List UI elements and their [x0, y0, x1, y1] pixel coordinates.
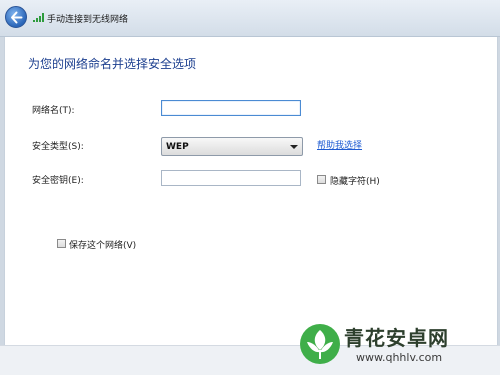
qinghua-logo-icon	[300, 324, 340, 364]
page-heading: 为您的网络命名并选择安全选项	[28, 57, 197, 71]
save-network-label: 保存这个网络(V)	[69, 241, 137, 251]
security-type-label: 安全类型(S):	[32, 142, 84, 152]
security-type-select[interactable]: WEP	[161, 137, 303, 156]
network-name-input[interactable]	[161, 100, 301, 116]
hide-characters-checkbox[interactable]	[317, 175, 326, 184]
back-arrow-icon	[11, 11, 23, 24]
wireless-signal-icon	[33, 13, 44, 22]
watermark-name: 青花安卓网	[344, 326, 449, 350]
title-bar: 手动连接到无线网络	[0, 0, 500, 37]
dialog-content	[4, 37, 498, 345]
chevron-down-icon	[290, 145, 298, 149]
security-type-value: WEP	[166, 142, 189, 152]
window-title: 手动连接到无线网络	[47, 15, 129, 25]
watermark: 青花安卓网 www.qhhlv.com	[298, 318, 498, 374]
security-key-label: 安全密钥(E):	[32, 176, 84, 186]
back-button[interactable]	[5, 6, 27, 28]
help-me-choose-link[interactable]: 帮助我选择	[317, 138, 362, 151]
hide-characters-label: 隐藏字符(H)	[330, 177, 380, 187]
save-network-checkbox[interactable]	[57, 239, 66, 248]
watermark-url: www.qhhlv.com	[356, 351, 443, 364]
security-key-input[interactable]	[161, 170, 301, 186]
network-name-label: 网络名(T):	[32, 106, 75, 116]
